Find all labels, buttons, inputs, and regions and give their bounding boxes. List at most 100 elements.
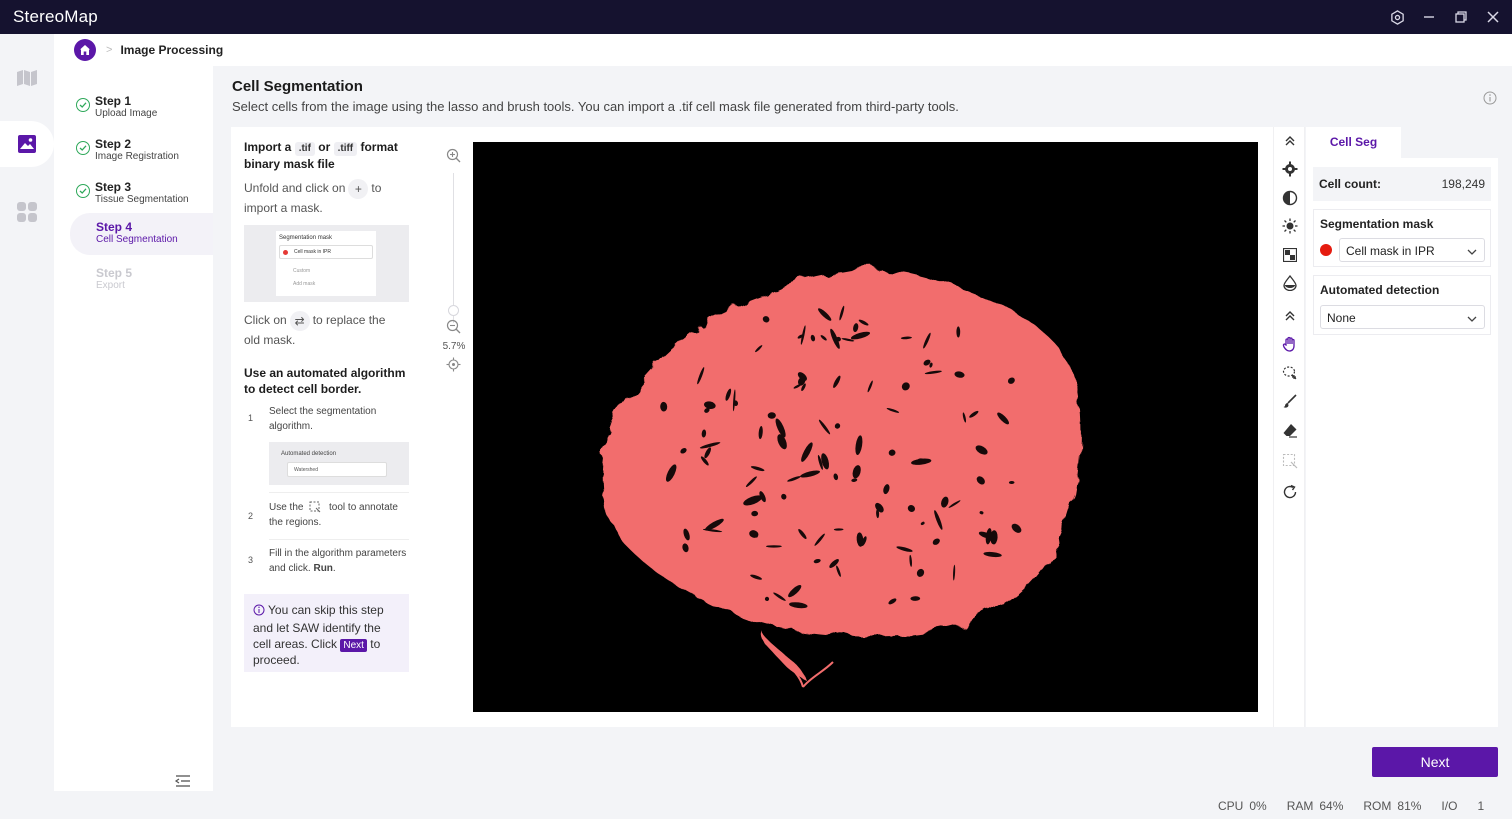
- plus-icon: +: [348, 179, 369, 199]
- step-5: Step 5 Export: [70, 260, 213, 300]
- or-text: or: [318, 140, 331, 154]
- cpu-label: CPU: [1218, 799, 1244, 813]
- ram-value: 64%: [1319, 799, 1344, 813]
- divider: [269, 539, 409, 540]
- eraser-icon[interactable]: [1281, 421, 1299, 439]
- tab-cell-seg[interactable]: Cell Seg: [1306, 127, 1401, 158]
- step-title: Step 3: [95, 180, 132, 194]
- locate-icon[interactable]: [446, 357, 461, 372]
- settings-gear-icon[interactable]: [1281, 160, 1299, 178]
- mini2-title: Automated detection: [281, 451, 337, 457]
- info-icon[interactable]: [1483, 91, 1497, 105]
- right-panel: Cell Seg Cell count: 198,249 Segmentatio…: [1306, 127, 1498, 727]
- run-text: Run: [313, 563, 333, 574]
- segmentation-mask-title: Segmentation mask: [1320, 217, 1434, 231]
- mini-add: Add mask: [293, 281, 316, 287]
- unfold-to-text: to: [371, 181, 382, 196]
- title-bar: StereoMap: [0, 0, 1512, 34]
- auto-heading: Use an automated algorithm to detect cel…: [244, 366, 406, 396]
- collapse-menu-icon[interactable]: [174, 773, 192, 789]
- collapse-up-icon[interactable]: [1281, 307, 1299, 325]
- brush-icon[interactable]: [1281, 392, 1299, 410]
- zoom-out-icon[interactable]: [446, 319, 461, 334]
- io-value: 1: [1477, 799, 1485, 813]
- image-viewer: 5.7%: [422, 127, 1273, 727]
- next-button[interactable]: Next: [1372, 747, 1498, 777]
- zoom-slider-handle[interactable]: [448, 305, 459, 316]
- binary-mask-text: binary mask file: [244, 157, 335, 171]
- left-rail: [0, 34, 54, 819]
- restore-icon[interactable]: [1450, 6, 1472, 28]
- step-subtitle: Upload Image: [95, 108, 158, 119]
- unfold-text: Unfold and click on: [244, 181, 346, 196]
- tissue-image: [602, 268, 1081, 688]
- cell-count-value: 198,249: [1441, 177, 1485, 191]
- replace-instruction: Click on ⇄ to replace the old mask.: [244, 311, 414, 349]
- region-select-icon: [1281, 452, 1299, 470]
- segmentation-mask-select[interactable]: Cell mask in IPR: [1339, 238, 1485, 262]
- home-button[interactable]: [74, 39, 96, 61]
- mini-title: Segmentation mask: [279, 235, 333, 241]
- ram-label: RAM: [1286, 799, 1314, 813]
- tool-column: [1273, 127, 1305, 727]
- rail-map-icon[interactable]: [0, 55, 54, 101]
- collapse-up-icon[interactable]: [1281, 132, 1299, 150]
- rail-image-processing-icon[interactable]: [0, 121, 54, 167]
- step-3[interactable]: Step 3 Tissue Segmentation: [70, 174, 213, 214]
- zoom-slider-track[interactable]: [453, 173, 454, 323]
- next-chip: Next: [340, 639, 367, 652]
- panel-tabs: Cell Seg: [1306, 127, 1498, 158]
- replace-post-text: to replace the: [312, 313, 386, 328]
- step-title: Step 4: [96, 220, 133, 234]
- step-subtitle: Tissue Segmentation: [95, 194, 189, 205]
- import-mask-text: import a mask.: [244, 201, 323, 215]
- mask-dropdown-illustration: Segmentation mask Cell mask in IPR Custo…: [244, 225, 409, 302]
- list-item-2-pre: Use the: [269, 502, 304, 513]
- zoom-controls: 5.7%: [440, 145, 468, 375]
- close-icon[interactable]: [1482, 6, 1504, 28]
- tif-tag: .tif: [294, 142, 315, 156]
- check-circle-icon: [76, 141, 90, 155]
- reset-icon[interactable]: [1281, 483, 1299, 501]
- checkerboard-icon[interactable]: [1281, 246, 1299, 264]
- status-bar: CPU 0% RAM 64% ROM 81% I/O 1: [1218, 797, 1512, 815]
- unfold-instruction: Unfold and click on + to import a mask.: [244, 179, 414, 217]
- io-label: I/O: [1441, 799, 1458, 813]
- settings-icon[interactable]: [1386, 6, 1408, 28]
- contrast-icon[interactable]: [1281, 189, 1299, 207]
- breadcrumb: > Image Processing: [54, 34, 1512, 66]
- step-title: Step 1: [95, 94, 132, 108]
- home-icon: [80, 45, 90, 55]
- mini2-selected: Watershed: [294, 467, 318, 473]
- swap-icon: ⇄: [289, 311, 310, 331]
- app-title: StereoMap: [13, 7, 98, 26]
- step-1[interactable]: Step 1 Upload Image: [70, 88, 213, 128]
- step-subtitle: Export: [96, 280, 125, 291]
- skip-tip: You can skip this step and let SAW ident…: [244, 594, 409, 672]
- rom-value: 81%: [1397, 799, 1422, 813]
- rail-apps-icon[interactable]: [0, 189, 54, 235]
- hand-pan-icon[interactable]: [1281, 335, 1299, 353]
- brightness-icon[interactable]: [1281, 217, 1299, 235]
- tissue-image-canvas[interactable]: [473, 142, 1258, 712]
- step-subtitle: Image Registration: [95, 151, 179, 162]
- step-4[interactable]: Step 4 Cell Segmentation: [70, 213, 213, 255]
- automated-detection-select[interactable]: None: [1320, 305, 1485, 329]
- chevron-right-icon: >: [106, 44, 113, 56]
- segmentation-mask-value: Cell mask in IPR: [1346, 244, 1435, 258]
- minimize-icon[interactable]: [1418, 6, 1440, 28]
- list-number: 1: [248, 413, 254, 423]
- zoom-in-icon[interactable]: [446, 148, 461, 163]
- lasso-icon[interactable]: [1281, 364, 1299, 382]
- steps-panel: Step 1 Upload Image Step 2 Image Registrat…: [54, 66, 213, 791]
- list-item-1: Select the segmentation algorithm.: [269, 406, 377, 432]
- mini-selected: Cell mask in IPR: [294, 249, 331, 255]
- info-circle-icon: [253, 604, 265, 620]
- mask-color-dot[interactable]: [1320, 244, 1332, 256]
- auto-detection-illustration: Automated detection Watershed: [269, 442, 409, 485]
- opacity-drop-icon[interactable]: [1281, 274, 1299, 292]
- step-2[interactable]: Step 2 Image Registration: [70, 131, 213, 171]
- segmentation-mask-card: Segmentation mask Cell mask in IPR: [1313, 209, 1491, 267]
- cpu-value: 0%: [1249, 799, 1267, 813]
- guide-panel: Import a .tif or .tiff format binary mas…: [231, 127, 422, 727]
